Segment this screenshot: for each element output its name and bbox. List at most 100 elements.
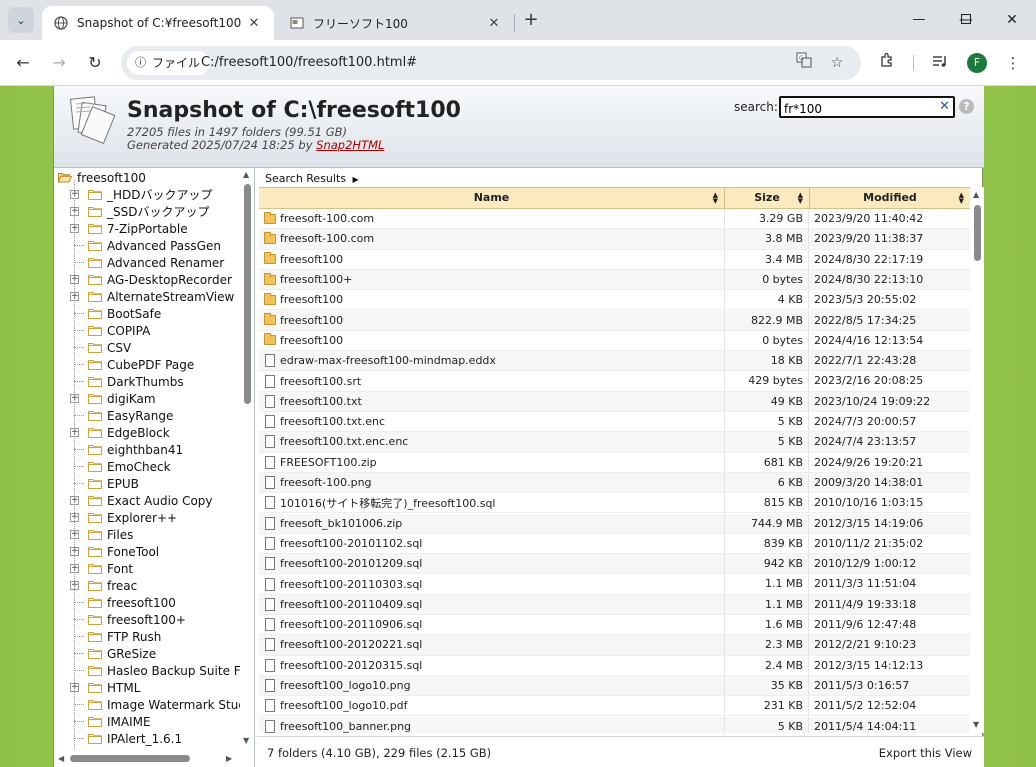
table-row[interactable]: freesoft100 0 bytes 2024/4/16 12:13:54 bbox=[259, 330, 970, 352]
cell-name[interactable]: freesoft100.txt bbox=[259, 391, 725, 411]
table-row[interactable]: freesoft100-20101209.sql 942 KB 2010/12/9 … bbox=[259, 554, 970, 575]
item-name[interactable]: freesoft100-20101209.sql bbox=[280, 557, 422, 570]
cell-name[interactable]: freesoft100+ bbox=[259, 269, 725, 290]
scroll-down-icon[interactable]: ▼ bbox=[973, 720, 979, 729]
item-name[interactable]: freesoft100_logo10.png bbox=[280, 679, 411, 692]
tree-item[interactable]: + _HDDバックアップ bbox=[70, 186, 213, 203]
tree-item[interactable]: + EdgeBlock bbox=[70, 424, 170, 441]
cell-name[interactable]: freesoft100 bbox=[259, 330, 725, 351]
table-row[interactable]: freesoft100.txt 49 KB 2023/10/24 19:09:22 bbox=[259, 391, 970, 412]
minimize-icon[interactable]: — bbox=[907, 8, 931, 32]
more-menu-icon[interactable]: ⋮ bbox=[1001, 51, 1025, 75]
tree-item[interactable]: + AlternateStreamView bbox=[70, 288, 234, 305]
tree-item[interactable]: + digiKam bbox=[70, 390, 156, 407]
item-name[interactable]: freesoft100 bbox=[280, 293, 343, 306]
tab-freesoft100[interactable]: フリーソフト100 ✕ bbox=[278, 6, 514, 40]
tree-vertical-scrollbar[interactable]: ▲ ▼ bbox=[240, 168, 254, 748]
table-row[interactable]: FREESOFT100.zip 681 KB 2024/9/26 19:20:21 bbox=[259, 452, 970, 473]
item-name[interactable]: freesoft-100.com bbox=[280, 212, 374, 225]
cell-name[interactable]: freesoft-100.png bbox=[259, 472, 725, 493]
close-icon[interactable]: ✕ bbox=[486, 16, 502, 31]
tree-item[interactable]: BootSafe bbox=[74, 305, 161, 322]
tree-item[interactable]: + _SSDバックアップ bbox=[70, 203, 209, 220]
tree-item[interactable]: + Font bbox=[70, 560, 133, 577]
breadcrumb-label[interactable]: Search Results bbox=[265, 172, 346, 185]
table-row[interactable]: freesoft100-20110906.sql 1.6 MB 2011/9/6 1… bbox=[259, 615, 970, 636]
tree-item[interactable]: CSV bbox=[74, 339, 131, 356]
item-name[interactable]: FREESOFT100.zip bbox=[280, 456, 377, 469]
back-arrow-icon[interactable]: ← bbox=[11, 51, 35, 75]
close-icon[interactable]: ✕ bbox=[246, 16, 262, 31]
tree-item[interactable]: Advanced Renamer bbox=[74, 254, 224, 271]
tree-root[interactable]: freesoft100 bbox=[57, 169, 146, 186]
item-name[interactable]: freesoft100-20110303.sql bbox=[280, 578, 422, 591]
tree-item[interactable]: IMAIME bbox=[74, 713, 151, 730]
tree-item[interactable]: EmoCheck bbox=[74, 458, 171, 475]
item-name[interactable]: freesoft100+ bbox=[280, 273, 352, 286]
table-row[interactable]: freesoft100-20110409.sql 1.1 MB 2011/4/9 1… bbox=[259, 594, 970, 615]
cell-name[interactable]: freesoft100-20110409.sql bbox=[259, 594, 725, 614]
tree-item[interactable]: CubePDF Page bbox=[74, 356, 194, 373]
address-bar[interactable]: ⓘ ファイル C:/freesoft100/freesoft100.html# … bbox=[121, 46, 861, 80]
help-icon[interactable]: ? bbox=[959, 99, 974, 114]
tree-item[interactable]: + Exact Audio Copy bbox=[70, 492, 213, 509]
cell-name[interactable]: freesoft-100.com bbox=[259, 229, 725, 249]
table-row[interactable]: freesoft100.txt.enc.enc 5 KB 2024/7/4 23:1… bbox=[259, 432, 970, 453]
table-row[interactable]: freesoft100-20101102.sql 839 KB 2010/11/2 … bbox=[259, 533, 970, 555]
item-name[interactable]: freesoft100.txt.enc.enc bbox=[280, 435, 408, 448]
table-row[interactable]: freesoft100 4 KB 2023/5/3 20:55:02 bbox=[259, 290, 970, 311]
maximize-icon[interactable] bbox=[954, 8, 978, 32]
table-row[interactable]: freesoft100-20120221.sql 2.3 MB 2012/2/21 … bbox=[259, 635, 970, 656]
cell-name[interactable]: freesoft100 bbox=[259, 249, 725, 269]
cell-name[interactable]: freesoft100-20101102.sql bbox=[259, 533, 725, 554]
table-row[interactable]: freesoft_bk101006.zip 744.9 MB 2012/3/15 1… bbox=[259, 513, 970, 534]
cell-name[interactable]: freesoft100-20120315.sql bbox=[259, 655, 725, 675]
cell-name[interactable]: 101016(サイト移転完了)_freesoft100.sql bbox=[259, 493, 725, 513]
table-row[interactable]: freesoft-100.com 3.8 MB 2023/9/20 11:38:37 bbox=[259, 229, 970, 250]
tree-item[interactable]: + freac bbox=[70, 577, 137, 594]
table-row[interactable]: freesoft-100.png 6 KB 2009/3/20 14:38:01 bbox=[259, 472, 970, 494]
file-scheme-chip[interactable]: ⓘ ファイル bbox=[127, 51, 211, 75]
item-name[interactable]: freesoft100-20110906.sql bbox=[280, 618, 422, 631]
cell-name[interactable]: freesoft100.txt.enc.enc bbox=[259, 432, 725, 452]
tree-horizontal-scrollbar[interactable]: ◀ ▶ bbox=[54, 750, 240, 767]
cell-name[interactable]: freesoft100_banner.png bbox=[259, 716, 725, 733]
cell-name[interactable]: freesoft100-20110906.sql bbox=[259, 615, 725, 635]
table-row[interactable]: freesoft100-20110303.sql 1.1 MB 2011/3/3 1… bbox=[259, 574, 970, 595]
column-size[interactable]: Size ▲ ▼ bbox=[725, 188, 810, 208]
tree-item[interactable]: IPAlert_1.6.1 bbox=[74, 730, 182, 747]
item-name[interactable]: freesoft100.txt bbox=[280, 395, 362, 408]
cell-name[interactable]: freesoft100-20101209.sql bbox=[259, 554, 725, 574]
profile-avatar[interactable]: F bbox=[967, 53, 987, 73]
cell-name[interactable]: freesoft100.txt.enc bbox=[259, 412, 725, 432]
cell-name[interactable]: edraw-max-freesoft100-mindmap.eddx bbox=[259, 351, 725, 371]
tree-item[interactable]: EasyRange bbox=[74, 407, 173, 424]
item-name[interactable]: freesoft100-20120315.sql bbox=[280, 659, 422, 672]
results-vertical-scrollbar[interactable]: ▲ ▼ bbox=[971, 187, 984, 733]
item-name[interactable]: freesoft100-20101102.sql bbox=[280, 537, 422, 550]
media-control-icon[interactable] bbox=[928, 51, 952, 75]
scroll-down-icon[interactable]: ▼ bbox=[243, 736, 249, 745]
table-row[interactable]: freesoft100 3.4 MB 2024/8/30 22:17:19 bbox=[259, 249, 970, 270]
tree-item[interactable]: FTP Rush bbox=[74, 628, 161, 645]
cell-name[interactable]: freesoft100.srt bbox=[259, 371, 725, 391]
item-name[interactable]: freesoft100-20110409.sql bbox=[280, 598, 422, 611]
table-row[interactable]: freesoft100.srt 429 bytes 2023/2/16 20:08:… bbox=[259, 371, 970, 392]
bookmark-star-icon[interactable]: ☆ bbox=[826, 52, 848, 74]
table-row[interactable]: freesoft100_logo10.png 35 KB 2011/5/3 0:16… bbox=[259, 675, 970, 697]
url-text[interactable]: C:/freesoft100/freesoft100.html# bbox=[201, 46, 417, 80]
tree-item[interactable]: + AG-DesktopRecorder bbox=[70, 271, 232, 288]
item-name[interactable]: freesoft-100.com bbox=[280, 232, 374, 245]
tree-item[interactable]: freesoft100+ bbox=[74, 611, 186, 628]
item-name[interactable]: freesoft100.srt bbox=[280, 375, 361, 388]
clear-search-icon[interactable]: ✕ bbox=[939, 99, 950, 114]
scroll-up-icon[interactable]: ▲ bbox=[243, 170, 249, 179]
cell-name[interactable]: freesoft100_logo10.pdf bbox=[259, 696, 725, 716]
item-name[interactable]: freesoft-100.png bbox=[280, 476, 372, 489]
reload-icon[interactable]: ↻ bbox=[83, 51, 107, 75]
cell-name[interactable]: freesoft100 bbox=[259, 310, 725, 330]
table-row[interactable]: freesoft100+ 0 bytes 2024/8/30 22:13:10 bbox=[259, 269, 970, 291]
column-modified[interactable]: Modified ▲ ▼ bbox=[810, 188, 970, 208]
tab-snapshot[interactable]: Snapshot of C:¥freesoft100 ✕ bbox=[42, 6, 274, 40]
results-scroll-thumb[interactable] bbox=[974, 205, 981, 261]
